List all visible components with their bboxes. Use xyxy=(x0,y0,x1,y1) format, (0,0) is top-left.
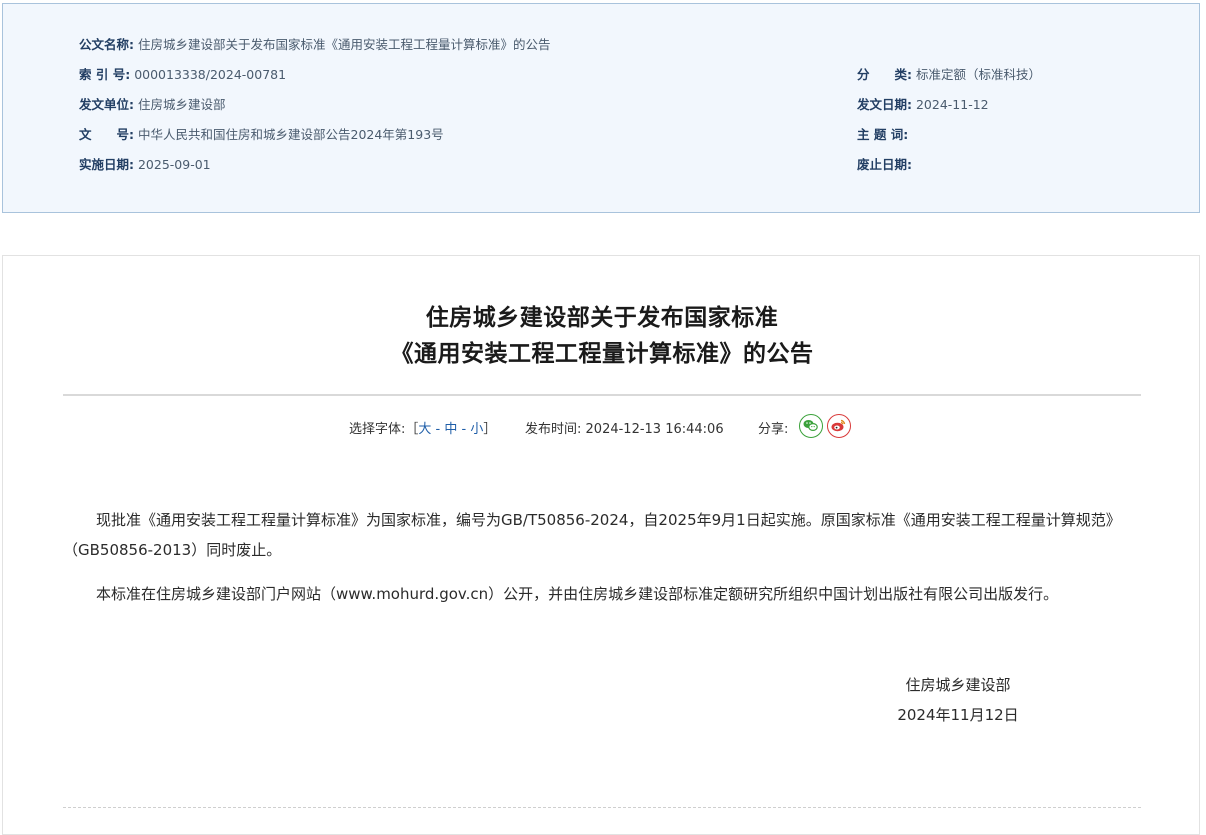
meta-index-no-label: 索 引 号: xyxy=(79,67,131,82)
font-separator: - xyxy=(457,422,471,437)
publish-time-value: 2024-12-13 16:44:06 xyxy=(585,422,724,437)
signature-date: 2024年11月12日 xyxy=(897,706,1019,724)
article-title-line1: 住房城乡建设部关于发布国家标准 xyxy=(425,305,779,331)
meta-issue-date-value: 2024-11-12 xyxy=(915,97,989,112)
meta-category-value: 标准定额（标准科技） xyxy=(915,67,1041,82)
meta-issuer-label: 发文单位: xyxy=(79,97,134,112)
meta-doc-name-value: 住房城乡建设部关于发布国家标准《通用安装工程工程量计算标准》的公告 xyxy=(137,37,551,52)
article-panel: 住房城乡建设部关于发布国家标准 《通用安装工程工程量计算标准》的公告 选择字体:… xyxy=(2,255,1200,835)
meta-index-no: 索 引 号: 000013338/2024-00781 xyxy=(79,66,286,84)
font-medium-link[interactable]: 中 xyxy=(444,422,457,437)
publish-time: 发布时间: 2024-12-13 16:44:06 xyxy=(525,418,724,437)
font-select-close: ］ xyxy=(483,422,497,437)
meta-effective-date-label: 实施日期: xyxy=(79,157,134,172)
meta-doc-name-label: 公文名称: xyxy=(79,37,134,52)
signature-organization: 住房城乡建设部 xyxy=(905,676,1011,694)
font-small-link[interactable]: 小 xyxy=(470,422,483,437)
meta-doc-number: 文 号: 中华人民共和国住房和城乡建设部公告2024年第193号 xyxy=(79,126,444,144)
font-separator: - xyxy=(431,422,445,437)
meta-doc-name: 公文名称: 住房城乡建设部关于发布国家标准《通用安装工程工程量计算标准》的公告 xyxy=(79,36,551,54)
meta-abolish-date-label: 废止日期: xyxy=(857,157,912,172)
meta-issue-date-label: 发文日期: xyxy=(857,97,912,112)
share-label: 分享: xyxy=(758,422,789,437)
article-toolbar: 选择字体:［大 - 中 - 小］ 发布时间: 2024-12-13 16:44:… xyxy=(3,414,1201,442)
meta-issue-date: 发文日期: 2024-11-12 xyxy=(857,96,989,114)
meta-effective-date: 实施日期: 2025-09-01 xyxy=(79,156,211,174)
meta-doc-number-value: 中华人民共和国住房和城乡建设部公告2024年第193号 xyxy=(137,127,444,142)
article-paragraph-2: 本标准在住房城乡建设部门户网站（www.mohurd.gov.cn）公开，并由住… xyxy=(96,585,1059,603)
publish-time-label: 发布时间: xyxy=(525,422,582,437)
meta-abolish-date: 废止日期: xyxy=(857,156,912,174)
meta-subject: 主 题 词: xyxy=(857,126,908,144)
meta-effective-date-value: 2025-09-01 xyxy=(137,157,211,172)
title-divider xyxy=(63,394,1141,396)
font-size-selector: 选择字体:［大 - 中 - 小］ xyxy=(349,418,496,437)
meta-category-label: 分 类: xyxy=(857,67,912,82)
wechat-icon[interactable] xyxy=(799,414,823,438)
article-paragraph-1: 现批准《通用安装工程工程量计算标准》为国家标准，编号为GB/T50856-202… xyxy=(63,511,1121,559)
meta-issuer: 发文单位: 住房城乡建设部 xyxy=(79,96,226,114)
font-large-link[interactable]: 大 xyxy=(418,422,431,437)
meta-category: 分 类: 标准定额（标准科技） xyxy=(857,66,1041,84)
font-select-label: 选择字体:［ xyxy=(349,422,419,437)
article-title-line2: 《通用安装工程工程量计算标准》的公告 xyxy=(390,341,814,367)
meta-subject-label: 主 题 词: xyxy=(857,127,909,142)
meta-doc-number-label: 文 号: xyxy=(79,127,134,142)
bottom-divider xyxy=(63,807,1141,808)
meta-index-no-value: 000013338/2024-00781 xyxy=(134,67,287,82)
weibo-icon[interactable] xyxy=(827,414,851,438)
meta-issuer-value: 住房城乡建设部 xyxy=(137,97,226,112)
document-metadata-panel: 公文名称: 住房城乡建设部关于发布国家标准《通用安装工程工程量计算标准》的公告 … xyxy=(2,3,1200,213)
